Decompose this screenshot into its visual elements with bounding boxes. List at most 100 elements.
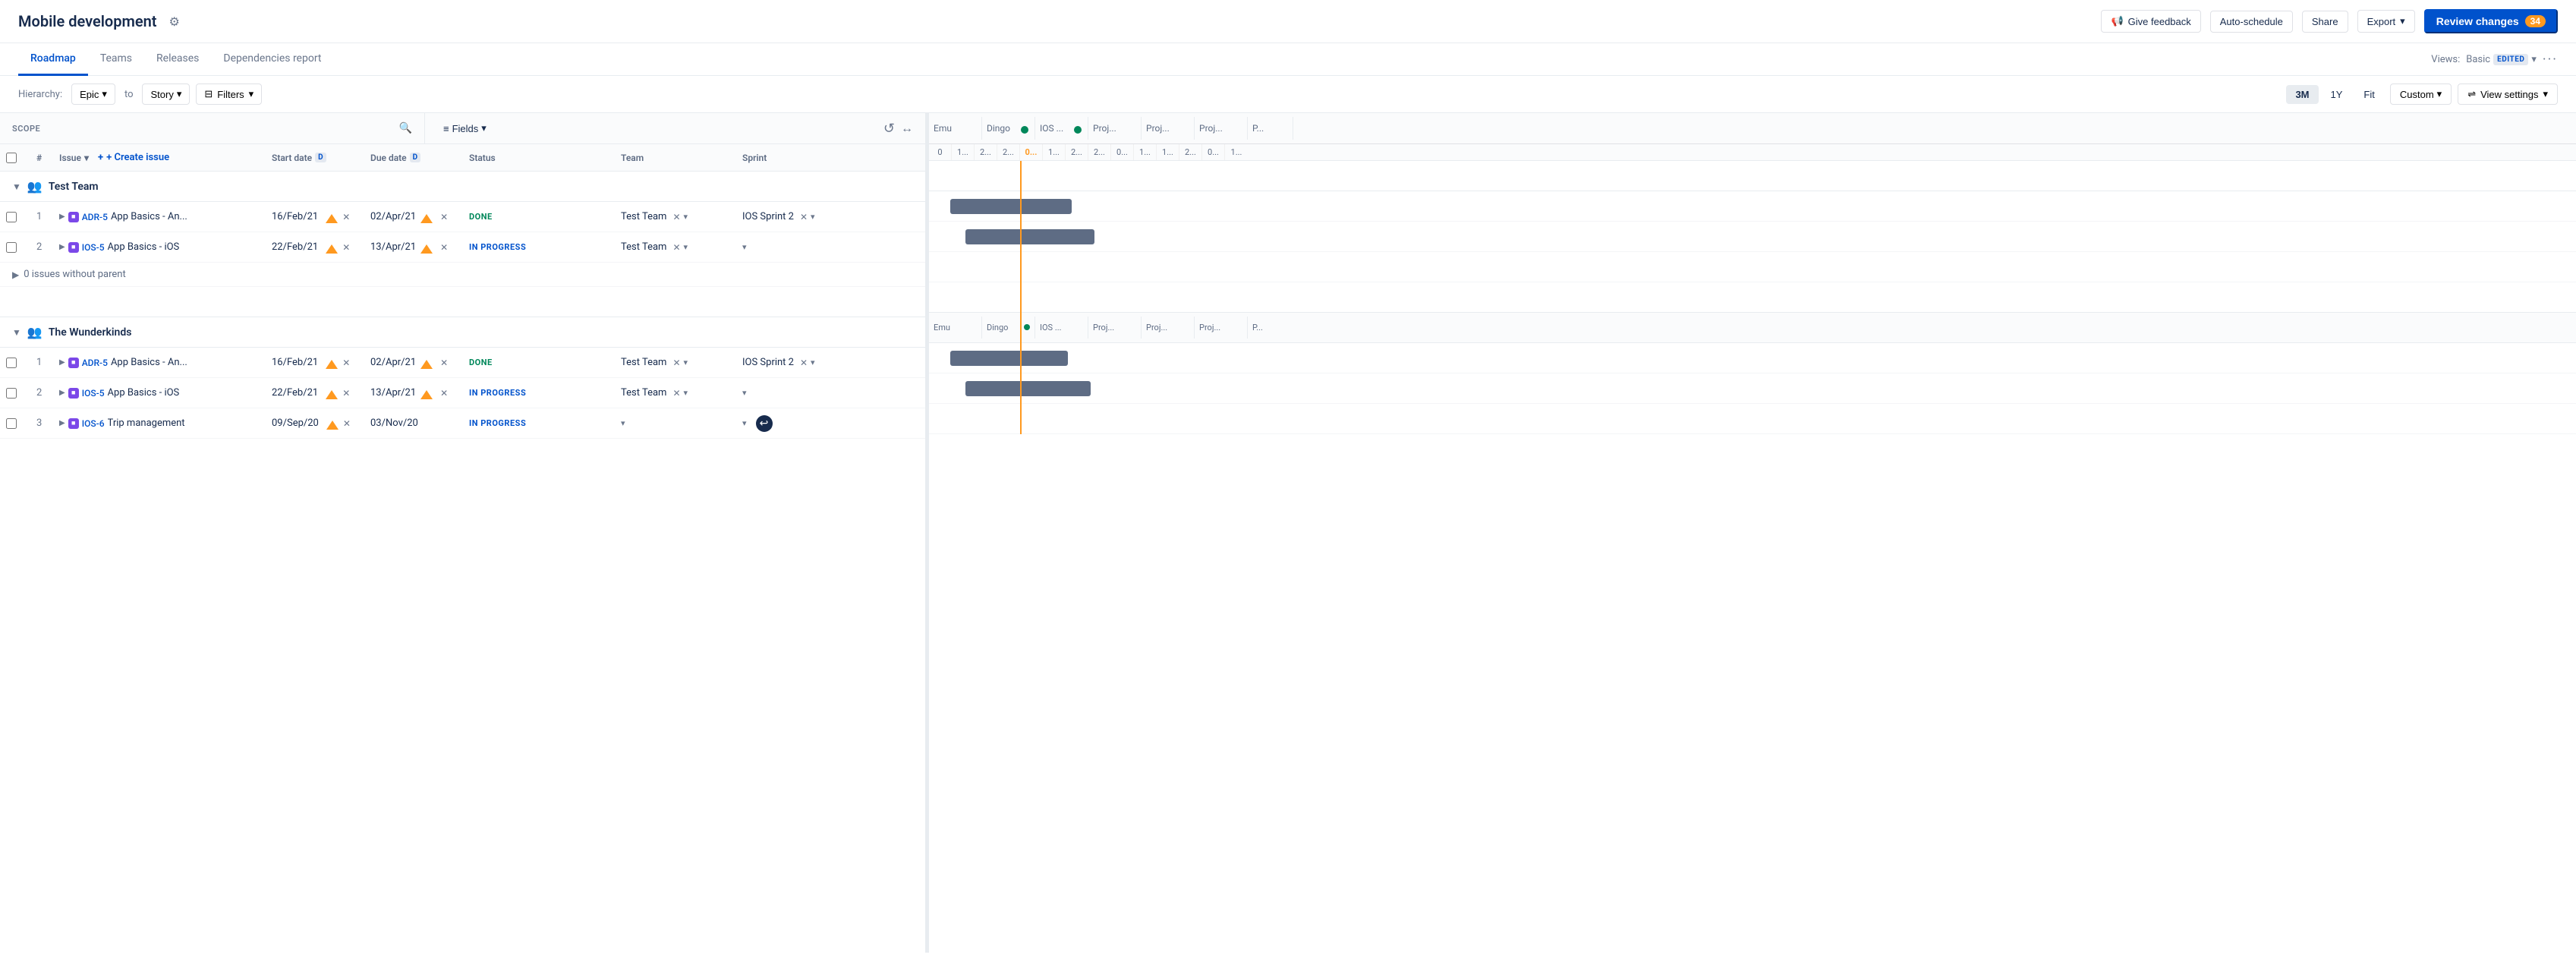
table-row: 1 ▶ ■ ADR-5 App Basics - An... 16/Feb/21…	[0, 202, 925, 232]
th-issue[interactable]: Issue ▾ + + Create issue	[53, 149, 266, 166]
review-badge: 34	[2525, 15, 2546, 27]
expand-icon[interactable]: ▶	[59, 213, 65, 221]
story-select[interactable]: Story ▾	[142, 83, 190, 105]
feedback-button[interactable]: 📢 Give feedback	[2101, 10, 2200, 33]
gantt-bar[interactable]	[965, 381, 1091, 396]
team-icon: 👥	[27, 325, 43, 339]
create-issue-button[interactable]: + + Create issue	[98, 152, 169, 163]
gantt-body: Emu Dingo IOS ... Proj... Proj... Proj..…	[929, 161, 2576, 434]
issue-type-icon: ■	[68, 388, 79, 399]
group-header-test-team[interactable]: ▼ 👥 Test Team	[0, 172, 925, 202]
gantt-bar[interactable]	[950, 199, 1072, 214]
review-changes-button[interactable]: Review changes 34	[2424, 9, 2558, 33]
share-button[interactable]: Share	[2302, 11, 2348, 33]
clear-team-icon[interactable]: ✕	[672, 388, 680, 399]
row-checkbox[interactable]	[0, 415, 30, 432]
autoschedule-button[interactable]: Auto-schedule	[2210, 11, 2293, 33]
clear-sprint-icon[interactable]: ✕	[800, 212, 808, 222]
custom-button[interactable]: Custom ▾	[2390, 83, 2452, 105]
clear-start-icon[interactable]: ✕	[342, 212, 350, 222]
chevron-down-icon: ▾	[249, 88, 254, 100]
export-button[interactable]: Export ▾	[2357, 10, 2415, 33]
tab-releases[interactable]: Releases	[144, 43, 211, 76]
select-all-checkbox[interactable]	[6, 153, 17, 163]
clear-team-icon[interactable]: ✕	[672, 358, 680, 368]
issue-id-link[interactable]: IOS-6	[82, 418, 105, 429]
clear-due-icon[interactable]: ✕	[440, 388, 448, 399]
clear-team-icon[interactable]: ✕	[672, 212, 680, 222]
gantt-date-col: 2...	[1179, 144, 1202, 160]
clear-due-icon[interactable]: ✕	[440, 242, 448, 253]
sprint-dropdown-icon[interactable]: ▾	[811, 358, 815, 367]
sprint-dropdown-icon[interactable]: ▾	[742, 242, 747, 252]
search-icon[interactable]: 🔍	[399, 122, 412, 134]
sprint-dropdown-icon[interactable]: ▾	[742, 418, 747, 428]
gantt-bar[interactable]	[950, 351, 1068, 366]
clear-start-icon[interactable]: ✕	[342, 242, 350, 253]
issue-id-link[interactable]: IOS-5	[82, 242, 105, 253]
filters-button[interactable]: ⊟ Filters ▾	[196, 83, 262, 105]
no-parent-row[interactable]: ▶ 0 issues without parent	[0, 263, 925, 287]
clear-due-icon[interactable]: ✕	[440, 358, 448, 368]
clear-start-icon[interactable]: ✕	[342, 358, 350, 368]
team-dropdown-icon[interactable]: ▾	[684, 358, 688, 367]
team-dropdown-icon[interactable]: ▾	[684, 242, 688, 252]
fields-button[interactable]: ≡ Fields ▾	[437, 119, 493, 137]
team-dropdown-icon[interactable]: ▾	[684, 212, 688, 222]
redo-icon[interactable]: ↔	[901, 121, 913, 136]
clear-due-icon[interactable]: ✕	[440, 212, 448, 222]
issue-id-link[interactable]: ADR-5	[82, 358, 108, 368]
gantt-date-col: 1...	[1043, 144, 1066, 160]
team-dropdown-icon[interactable]: ▾	[621, 418, 625, 428]
scope-label: SCOPE	[12, 124, 40, 134]
issue-id-link[interactable]: IOS-5	[82, 388, 105, 399]
group-header-wunderkinds[interactable]: ▼ 👥 The Wunderkinds	[0, 317, 925, 348]
epic-select[interactable]: Epic ▾	[71, 83, 115, 105]
expand-icon[interactable]: ▶	[59, 419, 65, 427]
tab-roadmap[interactable]: Roadmap	[18, 43, 88, 76]
group-name: Test Team	[49, 181, 99, 193]
row-checkbox[interactable]	[0, 385, 30, 402]
collapse-icon[interactable]: ▼	[12, 181, 21, 192]
expand-icon[interactable]: ▶	[59, 358, 65, 367]
row-status: IN PROGRESS	[463, 385, 615, 401]
row-checkbox[interactable]	[0, 354, 30, 371]
due-warning-icon	[420, 360, 433, 369]
clear-team-icon[interactable]: ✕	[672, 242, 680, 253]
undo-icon[interactable]: ↺	[883, 121, 895, 137]
gear-icon[interactable]: ⚙	[169, 14, 180, 29]
clear-start-icon[interactable]: ✕	[342, 388, 350, 399]
row-checkbox[interactable]	[0, 239, 30, 256]
time-fit-button[interactable]: Fit	[2354, 85, 2383, 104]
th-sprint: Sprint	[736, 150, 896, 166]
th-start[interactable]: Start date D	[266, 150, 364, 166]
th-due[interactable]: Due date D	[364, 150, 463, 166]
view-settings-button[interactable]: ⇌ View settings ▾	[2458, 83, 2558, 105]
tab-dependencies[interactable]: Dependencies report	[211, 43, 333, 76]
th-checkbox	[0, 150, 30, 166]
time-1y-button[interactable]: 1Y	[2322, 85, 2352, 104]
expand-icon[interactable]: ▶	[59, 243, 65, 251]
gantt-bar[interactable]	[965, 229, 1094, 244]
row-sprint: ▾	[736, 385, 896, 401]
team-dropdown-icon[interactable]: ▾	[684, 388, 688, 398]
expand-icon: ▶	[12, 269, 19, 280]
toolbar: Hierarchy: Epic ▾ to Story ▾ ⊟ Filters ▾…	[0, 76, 2576, 113]
clear-sprint-icon[interactable]: ✕	[800, 358, 808, 368]
more-options-icon[interactable]: ···	[2543, 52, 2558, 68]
collapse-icon[interactable]: ▼	[12, 327, 21, 338]
expand-icon[interactable]: ▶	[59, 389, 65, 397]
sprint-dropdown-icon[interactable]: ▾	[742, 388, 747, 398]
views-basic[interactable]: Basic EDITED ▾	[2466, 54, 2537, 65]
time-3m-button[interactable]: 3M	[2286, 85, 2318, 104]
row-status: DONE	[463, 354, 615, 370]
sprint-dropdown-icon[interactable]: ▾	[811, 212, 815, 222]
row-due: 02/Apr/21 ✕	[364, 208, 463, 225]
table-header: # Issue ▾ + + Create issue Start date D …	[0, 144, 925, 172]
clear-start-icon[interactable]: ✕	[343, 418, 351, 429]
row-num: 3	[30, 414, 53, 432]
tab-teams[interactable]: Teams	[88, 43, 144, 76]
issue-id-link[interactable]: ADR-5	[82, 212, 108, 222]
row-checkbox[interactable]	[0, 209, 30, 225]
back-circle-icon[interactable]: ↩	[756, 415, 773, 432]
